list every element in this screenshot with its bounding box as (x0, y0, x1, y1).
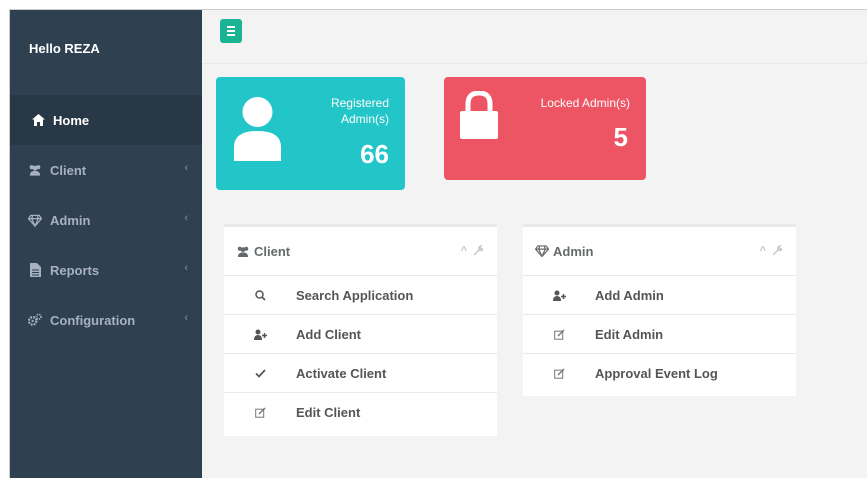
hamburger-icon (227, 26, 235, 28)
menu-row-add-client[interactable]: Add Client (224, 315, 497, 354)
sidebar-item-label: Admin (50, 212, 91, 228)
diamond-icon (28, 213, 42, 227)
panel-tools: ^ (760, 244, 783, 259)
row-label: Search Application (296, 287, 414, 303)
registered-admins-widget: Registered Admin(s) 66 (216, 77, 405, 190)
client-panel-header: Client ^ (224, 227, 497, 276)
row-label: Add Admin (595, 287, 664, 303)
chevron-left-icon: ‹ (184, 312, 188, 324)
cogs-icon (28, 313, 42, 327)
menu-row-approval-event-log[interactable]: Approval Event Log (523, 354, 796, 393)
sidebar-item-label: Reports (50, 262, 100, 278)
sidebar-item-label: Configuration (50, 312, 136, 328)
search-icon (224, 289, 296, 301)
row-label: Edit Client (296, 405, 361, 420)
users-icon (236, 244, 250, 258)
registered-admins-label: Registered Admin(s) (330, 96, 389, 126)
menu-row-add-admin[interactable]: Add Admin (523, 276, 796, 315)
wrench-icon[interactable] (772, 244, 783, 259)
sidebar-item-label: Home (53, 112, 90, 128)
profile-greeting: Hello REZA (29, 41, 100, 56)
sidebar-item-reports[interactable]: Reports ‹ (10, 245, 202, 295)
panel-tools: ^ (461, 244, 484, 259)
collapse-icon[interactable]: ^ (760, 245, 766, 259)
wrench-icon[interactable] (473, 244, 484, 259)
row-label: Approval Event Log (595, 366, 718, 381)
file-icon (28, 263, 42, 277)
sidebar-item-admin[interactable]: Admin ‹ (10, 195, 202, 245)
registered-admins-count: 66 (360, 139, 389, 169)
user-plus-icon (523, 290, 595, 301)
edit-icon (523, 329, 595, 340)
sidebar-item-configuration[interactable]: Configuration ‹ (10, 295, 202, 345)
locked-admins-label: Locked Admin(s) (540, 96, 630, 110)
edit-icon (523, 368, 595, 379)
home-icon (31, 113, 45, 127)
check-icon (224, 368, 296, 378)
chevron-left-icon: ‹ (184, 212, 188, 224)
panel-title: Client (254, 243, 291, 259)
chevron-left-icon: ‹ (184, 162, 188, 174)
edit-icon (224, 407, 296, 418)
locked-admins-count: 5 (613, 122, 628, 152)
user-plus-icon (224, 329, 296, 340)
panel-title: Admin (553, 243, 594, 259)
top-navbar (202, 10, 867, 64)
menu-row-search-application[interactable]: Search Application (224, 276, 497, 315)
diamond-icon (535, 244, 549, 258)
admin-panel-header: Admin ^ (523, 227, 796, 276)
chevron-left-icon: ‹ (184, 262, 188, 274)
row-label: Activate Client (296, 365, 387, 381)
sidebar-item-client[interactable]: Client ‹ (10, 145, 202, 195)
sidebar-item-label: Client (50, 162, 87, 178)
lock-icon (460, 90, 498, 144)
menu-row-edit-admin[interactable]: Edit Admin (523, 315, 796, 354)
users-icon (28, 163, 42, 177)
collapse-icon[interactable]: ^ (461, 245, 467, 259)
user-icon (234, 95, 281, 166)
client-panel: Client ^ Search Application Add Client A… (224, 224, 497, 436)
app-frame: Hello REZA Home Client ‹ Admin ‹ Reports… (9, 9, 867, 478)
sidebar-item-home[interactable]: Home (10, 95, 202, 145)
sidebar: Hello REZA Home Client ‹ Admin ‹ Reports… (10, 10, 202, 478)
locked-admins-widget: Locked Admin(s) 5 (444, 77, 646, 180)
menu-toggle-button[interactable] (220, 19, 242, 43)
row-label: Add Client (296, 326, 361, 342)
menu-row-activate-client[interactable]: Activate Client (224, 354, 497, 393)
menu-row-edit-client[interactable]: Edit Client (224, 393, 497, 432)
row-label: Edit Admin (595, 326, 664, 342)
admin-panel: Admin ^ Add Admin Edit Admin Approval Ev… (523, 224, 796, 396)
